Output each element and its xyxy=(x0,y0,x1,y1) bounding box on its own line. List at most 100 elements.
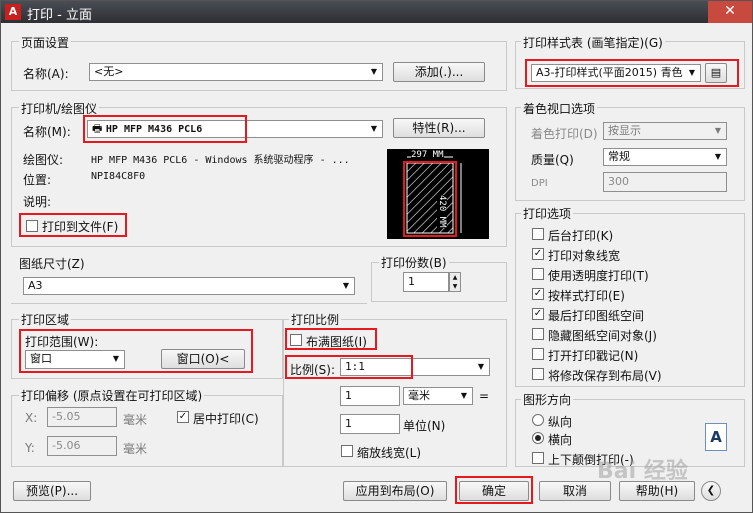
option-plot-styles-checkbox[interactable]: ✓ xyxy=(532,288,544,300)
scale-label: 比例(S): xyxy=(290,363,336,377)
copies-spinner[interactable]: ▲ ▼ xyxy=(449,272,461,292)
autocad-app-icon: A xyxy=(5,4,21,20)
plotter-label: 绘图仪: xyxy=(23,153,64,167)
printer-name-label: 名称(M): xyxy=(23,125,71,139)
chevron-down-icon: ▼ xyxy=(370,67,378,76)
paper-preview: 297 MM 420 MM xyxy=(387,149,489,239)
print-dialog: A 打印 - 立面 ✕ 页面设置 名称(A): <无> ▼ 添加(.)... 打… xyxy=(0,0,753,513)
drawing-units-label: 单位(N) xyxy=(403,419,446,433)
chevron-down-icon: ▼ xyxy=(370,124,378,133)
fit-to-paper-checkbox[interactable] xyxy=(290,334,302,346)
scale-lineweights-checkbox[interactable] xyxy=(341,445,353,457)
spin-down-icon: ▼ xyxy=(452,283,458,290)
edit-style-table-button[interactable]: ▤ xyxy=(705,63,727,83)
portrait-label: 纵向 xyxy=(548,415,573,429)
offset-y-unit: 毫米 xyxy=(123,442,148,456)
paper-units-input[interactable]: 1 xyxy=(340,386,400,406)
chevron-down-icon: ▼ xyxy=(342,281,350,290)
offset-y-input[interactable]: -5.06 xyxy=(47,436,117,456)
dpi-input[interactable]: 300 xyxy=(603,172,727,192)
dpi-label: DPI xyxy=(531,178,548,189)
more-options-button[interactable]: ❮ xyxy=(701,481,721,501)
print-to-file-label: 打印到文件(F) xyxy=(42,220,119,234)
plot-range-label: 打印范围(W): xyxy=(25,335,99,349)
plot-scale-title: 打印比例 xyxy=(289,311,342,328)
plotter-value: HP MFP M436 PCL6 - Windows 系统驱动程序 - ... xyxy=(91,155,350,166)
shade-plot-value: 按显示 xyxy=(608,124,641,137)
copies-input[interactable]: 1 xyxy=(403,272,449,292)
preview-height-label: 420 MM xyxy=(437,195,447,228)
chevron-down-icon: ▼ xyxy=(477,362,485,371)
center-plot-checkbox[interactable]: ✓ xyxy=(177,411,189,423)
option-save-changes-checkbox[interactable] xyxy=(532,368,544,380)
printer-name-value: HP MFP M436 PCL6 xyxy=(105,124,203,135)
option-object-lineweights-label: 打印对象线宽 xyxy=(548,249,621,263)
option-plot-stamp-checkbox[interactable] xyxy=(532,348,544,360)
option-transparency-checkbox[interactable] xyxy=(532,268,544,280)
printer-icon: 🖶 xyxy=(92,122,103,135)
copies-title: 打印份数(B) xyxy=(379,254,449,271)
option-object-lineweights-checkbox[interactable]: ✓ xyxy=(532,248,544,260)
style-table-select[interactable]: A3-打印样式(平面2015) 青色 ▼ xyxy=(531,64,701,82)
page-setup-name-select[interactable]: <无> ▼ xyxy=(89,63,383,81)
shade-plot-select[interactable]: 按显示 ▼ xyxy=(603,122,727,140)
ok-button[interactable]: 确定 xyxy=(459,481,529,501)
landscape-label: 横向 xyxy=(548,433,573,447)
page-setup-name-value: <无> xyxy=(94,65,124,78)
option-plot-styles-label: 按样式打印(E) xyxy=(548,289,625,303)
orientation-page-icon: A xyxy=(705,423,727,451)
chevron-down-icon: ▼ xyxy=(714,126,722,135)
quality-label: 质量(Q) xyxy=(531,153,574,167)
title-bar: A 打印 - 立面 ✕ xyxy=(1,1,752,23)
offset-x-label: X: xyxy=(25,411,38,425)
plot-area-title: 打印区域 xyxy=(19,311,72,328)
location-value: NPI84C8F0 xyxy=(91,171,146,182)
portrait-radio[interactable] xyxy=(532,414,544,426)
printer-title: 打印机/绘图仪 xyxy=(19,100,100,117)
option-paperspace-last-label: 最后打印图纸空间 xyxy=(548,309,645,323)
option-hide-paperspace-label: 隐藏图纸空间对象(J) xyxy=(548,329,657,343)
window-title: 打印 - 立面 xyxy=(27,8,92,23)
edit-table-icon: ▤ xyxy=(710,66,722,79)
landscape-radio[interactable] xyxy=(532,432,544,444)
offset-y-label: Y: xyxy=(25,441,35,455)
shaded-viewport-title: 着色视口选项 xyxy=(521,100,598,117)
spin-up-icon: ▲ xyxy=(452,274,458,281)
chevron-down-icon: ▼ xyxy=(112,354,120,363)
description-label: 说明: xyxy=(23,195,52,209)
plot-range-select[interactable]: 窗口 ▼ xyxy=(25,350,125,369)
option-background-plot-checkbox[interactable] xyxy=(532,228,544,240)
paper-size-select[interactable]: A3 ▼ xyxy=(23,277,355,295)
apply-to-layout-button[interactable]: 应用到布局(O) xyxy=(343,481,447,501)
orientation-title: 图形方向 xyxy=(521,391,574,408)
option-background-plot-label: 后台打印(K) xyxy=(548,229,614,243)
shade-plot-label: 着色打印(D) xyxy=(531,127,598,141)
option-hide-paperspace-checkbox[interactable] xyxy=(532,328,544,340)
option-transparency-label: 使用透明度打印(T) xyxy=(548,269,649,283)
preview-button[interactable]: 预览(P)... xyxy=(13,481,91,501)
option-paperspace-last-checkbox[interactable]: ✓ xyxy=(532,308,544,320)
page-setup-title: 页面设置 xyxy=(19,34,72,51)
plot-offset-title: 打印偏移 (原点设置在可打印区域) xyxy=(19,387,205,404)
printer-name-select[interactable]: 🖶 HP MFP M436 PCL6 ▼ xyxy=(87,120,383,138)
scale-value: 1:1 xyxy=(345,360,365,373)
option-save-changes-label: 将修改保存到布局(V) xyxy=(548,369,662,383)
location-label: 位置: xyxy=(23,173,52,187)
printer-properties-button[interactable]: 特性(R)... xyxy=(393,118,485,138)
chevron-down-icon: ▼ xyxy=(460,391,468,400)
scale-select[interactable]: 1:1 ▼ xyxy=(340,358,490,376)
chevron-down-icon: ▼ xyxy=(688,68,696,77)
plot-range-value: 窗口 xyxy=(30,352,52,365)
equals-sign: = xyxy=(479,389,490,403)
close-button[interactable]: ✕ xyxy=(708,1,752,23)
window-pick-button[interactable]: 窗口(O)< xyxy=(161,349,245,369)
quality-select[interactable]: 常规 ▼ xyxy=(603,148,727,166)
offset-x-input[interactable]: -5.05 xyxy=(47,407,117,427)
units-select[interactable]: 毫米 ▼ xyxy=(403,387,473,405)
style-table-value: A3-打印样式(平面2015) 青色 xyxy=(536,66,683,79)
add-page-setup-button[interactable]: 添加(.)... xyxy=(393,62,485,82)
print-to-file-checkbox[interactable] xyxy=(26,220,38,232)
drawing-units-input[interactable]: 1 xyxy=(340,414,400,434)
upside-down-checkbox[interactable] xyxy=(532,452,544,464)
center-plot-label: 居中打印(C) xyxy=(193,412,259,426)
